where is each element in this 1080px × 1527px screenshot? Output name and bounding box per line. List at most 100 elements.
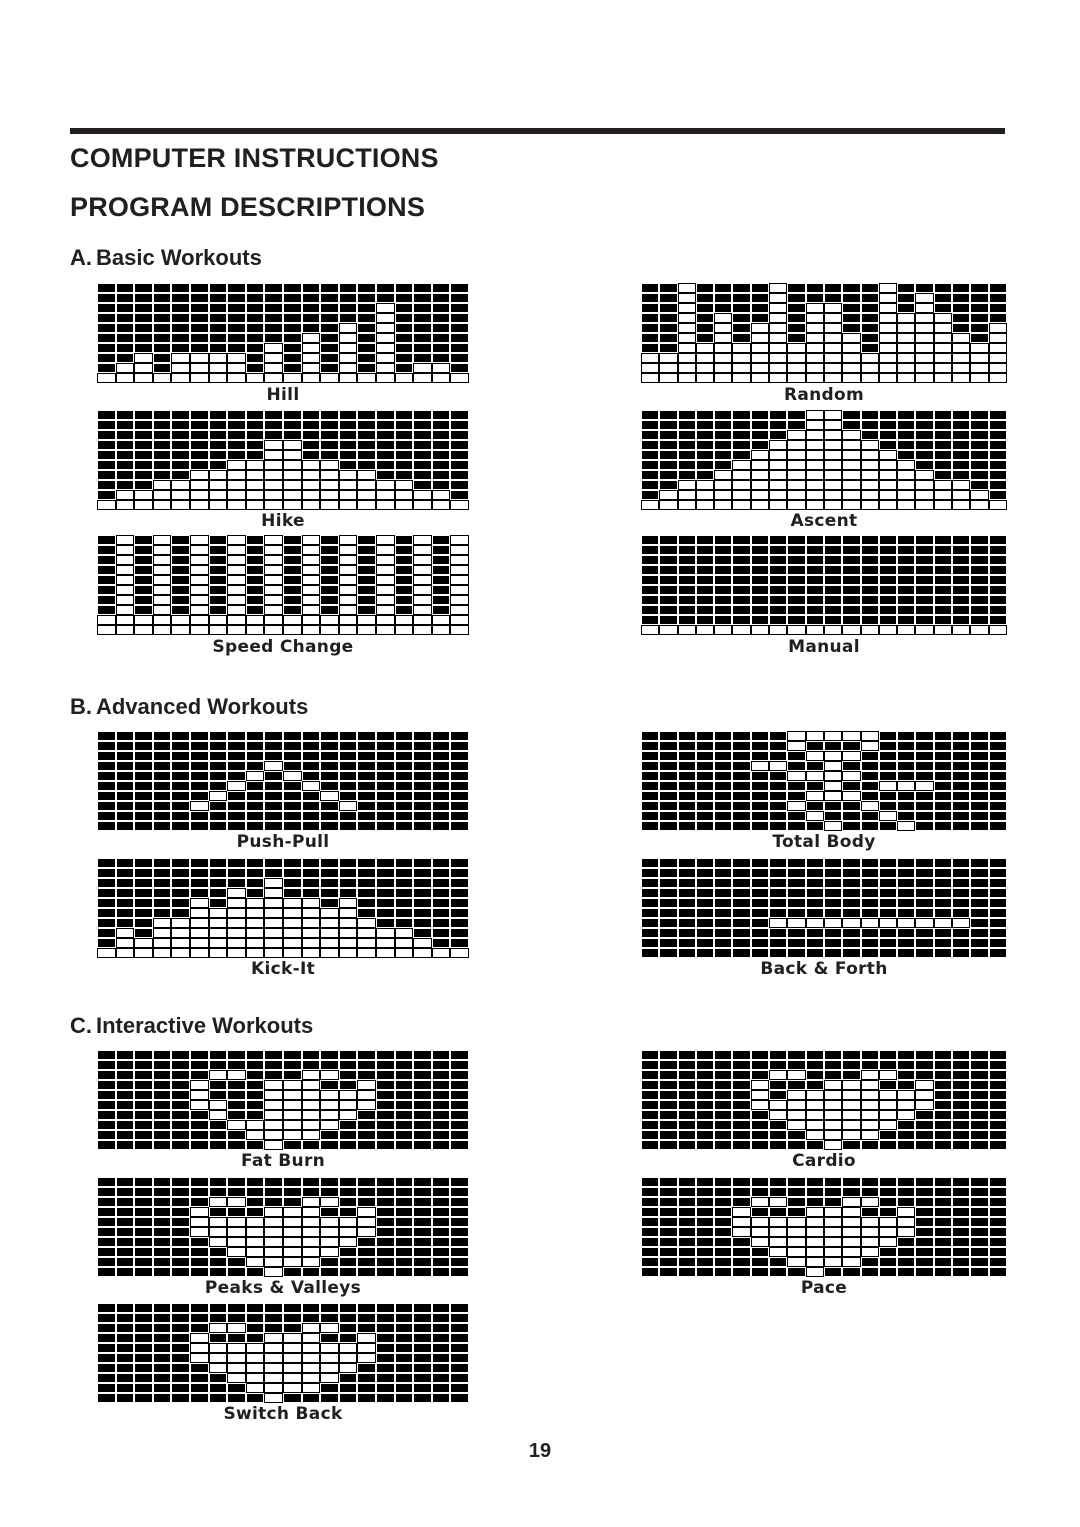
matrix-cell xyxy=(714,1247,733,1257)
matrix-cell xyxy=(413,918,432,928)
matrix-cell xyxy=(190,1393,209,1403)
matrix-cell xyxy=(208,545,228,555)
matrix-cell xyxy=(134,1110,153,1120)
matrix-cell xyxy=(750,908,770,918)
matrix-cell xyxy=(677,731,696,741)
matrix-cell xyxy=(641,918,660,928)
matrix-cell xyxy=(264,480,283,490)
matrix-cell xyxy=(970,908,989,918)
matrix-cell xyxy=(208,1363,228,1373)
matrix-cell xyxy=(878,918,898,928)
matrix-cell xyxy=(970,1187,989,1197)
matrix-cell xyxy=(641,615,660,625)
matrix-cell xyxy=(450,535,469,545)
matrix-cell xyxy=(860,1110,879,1120)
matrix-cell xyxy=(732,323,751,333)
matrix-cell xyxy=(208,490,228,500)
matrix-cell xyxy=(805,1207,824,1217)
program-name-label: Pace xyxy=(800,1278,848,1298)
matrix-cell xyxy=(714,821,733,831)
matrix-cell xyxy=(431,420,451,430)
matrix-cell xyxy=(714,771,733,781)
program-name-label: Manual xyxy=(788,637,860,657)
matrix-cell xyxy=(227,1353,246,1363)
matrix-cell xyxy=(283,615,302,625)
matrix-cell xyxy=(245,1187,265,1197)
matrix-cell xyxy=(842,1060,861,1070)
matrix-cell xyxy=(450,1333,469,1343)
matrix-cell xyxy=(115,1130,135,1140)
matrix-cell xyxy=(357,1217,376,1227)
matrix-cell xyxy=(933,868,953,878)
matrix-cell xyxy=(823,1217,843,1227)
matrix-cell xyxy=(897,918,916,928)
matrix-cell xyxy=(357,761,376,771)
matrix-cell xyxy=(413,1177,432,1187)
matrix-cell xyxy=(376,555,395,565)
matrix-cell xyxy=(933,605,953,615)
matrix-cell xyxy=(805,565,824,575)
matrix-cell xyxy=(431,1080,451,1090)
matrix-cell xyxy=(152,575,172,585)
matrix-cell xyxy=(641,545,660,555)
matrix-cell xyxy=(283,1050,302,1060)
matrix-cell xyxy=(171,1373,190,1383)
matrix-cell xyxy=(283,470,302,480)
matrix-cell xyxy=(915,343,934,353)
matrix-cell xyxy=(787,1060,806,1070)
matrix-cell xyxy=(431,751,451,761)
matrix-cell xyxy=(641,1227,660,1237)
matrix-cell xyxy=(897,791,916,801)
matrix-cell xyxy=(376,1207,395,1217)
matrix-cell xyxy=(376,283,395,293)
matrix-cell xyxy=(878,1237,898,1247)
manual-page: COMPUTER INSTRUCTIONS PROGRAM DESCRIPTIO… xyxy=(0,0,1080,1527)
matrix-cell xyxy=(450,333,469,343)
matrix-cell xyxy=(320,1247,339,1257)
matrix-cell xyxy=(376,801,395,811)
matrix-cell xyxy=(413,1353,432,1363)
matrix-cell xyxy=(320,373,339,383)
matrix-cell xyxy=(677,1120,696,1130)
matrix-cell xyxy=(301,771,321,781)
matrix-cell xyxy=(208,1343,228,1353)
matrix-cell xyxy=(431,858,451,868)
matrix-cell xyxy=(933,821,953,831)
matrix-cell xyxy=(115,565,135,575)
matrix-cell xyxy=(732,938,751,948)
matrix-cell xyxy=(641,535,660,545)
matrix-cell xyxy=(878,373,898,383)
matrix-cell xyxy=(97,1333,116,1343)
matrix-cell xyxy=(860,293,879,303)
matrix-cell xyxy=(659,1050,678,1060)
matrix-cell xyxy=(988,1110,1007,1120)
matrix-cell xyxy=(988,333,1007,343)
matrix-cell xyxy=(97,293,116,303)
matrix-cell xyxy=(115,878,135,888)
matrix-cell xyxy=(134,595,153,605)
matrix-cell xyxy=(750,1267,770,1277)
matrix-cell xyxy=(245,605,265,615)
matrix-cell xyxy=(970,1257,989,1267)
matrix-cell xyxy=(134,811,153,821)
matrix-cell xyxy=(115,1393,135,1403)
matrix-cell xyxy=(431,1050,451,1060)
matrix-cell xyxy=(842,470,861,480)
matrix-cell xyxy=(952,1237,971,1247)
matrix-cell xyxy=(714,605,733,615)
matrix-cell xyxy=(152,1100,172,1110)
matrix-cell xyxy=(641,420,660,430)
matrix-cell xyxy=(301,898,321,908)
matrix-cell xyxy=(860,283,879,293)
matrix-cell xyxy=(338,811,358,821)
matrix-cell xyxy=(732,575,751,585)
matrix-cell xyxy=(245,1343,265,1353)
matrix-cell xyxy=(338,878,358,888)
matrix-cell xyxy=(171,1110,190,1120)
matrix-cell xyxy=(933,313,953,323)
matrix-cell xyxy=(805,313,824,323)
matrix-cell xyxy=(787,741,806,751)
matrix-cell xyxy=(823,470,843,480)
matrix-cell xyxy=(134,928,153,938)
matrix-cell xyxy=(283,293,302,303)
